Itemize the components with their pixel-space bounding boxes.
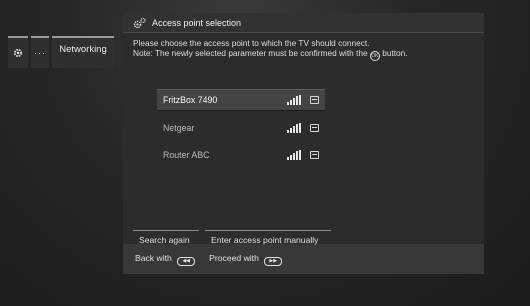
back-hint[interactable]: Back with ◀◀	[135, 252, 196, 266]
access-point-dialog: Access point selection Please choose the…	[123, 13, 484, 274]
instruction-line-2-text: Note: The newly selected parameter must …	[133, 48, 368, 58]
back-hint-label: Back with	[135, 252, 172, 263]
fast-forward-key-icon: ▶▶	[264, 256, 283, 266]
enter-access-point-manually-button[interactable]: Enter access point manually	[205, 230, 331, 245]
proceed-hint[interactable]: Proceed with ▶▶	[209, 252, 283, 266]
access-point-name: FritzBox 7490	[163, 95, 218, 105]
instruction-line-2: Note: The newly selected parameter must …	[133, 48, 484, 61]
instruction-text: Please choose the access point to which …	[123, 33, 484, 61]
breadcrumb-settings[interactable]	[8, 36, 28, 68]
access-point-item-fritzbox[interactable]: FritzBox 7490	[157, 89, 325, 111]
access-point-list: FritzBox 7490 Netgear Router ABC	[157, 89, 325, 172]
breadcrumb-networking[interactable]: Networking	[52, 36, 114, 68]
signal-strength-icon	[287, 123, 305, 133]
gear-icon	[13, 48, 23, 58]
rewind-key-icon: ◀◀	[177, 256, 196, 266]
instruction-line-1: Please choose the access point to which …	[133, 38, 370, 48]
dialog-body: Please choose the access point to which …	[123, 33, 484, 245]
tv-screen: ··· Networking Access point selection Pl…	[0, 0, 530, 306]
access-point-item-router-abc[interactable]: Router ABC	[157, 145, 325, 165]
search-again-button[interactable]: Search again	[133, 230, 199, 245]
access-point-item-netgear[interactable]: Netgear	[157, 118, 325, 138]
dialog-footer: Back with ◀◀ Proceed with ▶▶	[123, 244, 484, 274]
dialog-title: Access point selection	[152, 17, 242, 28]
breadcrumb-networking-label: Networking	[59, 44, 107, 55]
dialog-header: Access point selection	[123, 13, 484, 33]
dialog-actions: Search again Enter access point manually	[133, 230, 331, 245]
breadcrumb-ellipsis-label: ···	[34, 48, 46, 58]
secured-lock-icon	[310, 96, 319, 104]
signal-strength-icon	[287, 150, 305, 160]
breadcrumb-ellipsis[interactable]: ···	[31, 36, 49, 68]
settings-gears-icon	[133, 17, 147, 29]
ok-button-icon: OK	[369, 51, 380, 61]
secured-lock-icon	[310, 124, 319, 132]
access-point-name: Netgear	[163, 123, 195, 133]
proceed-hint-label: Proceed with	[209, 252, 259, 263]
access-point-name: Router ABC	[163, 150, 210, 160]
breadcrumb: ··· Networking	[8, 36, 114, 68]
signal-strength-icon	[287, 95, 305, 105]
secured-lock-icon	[310, 151, 319, 159]
instruction-line-2-end: button.	[382, 48, 408, 58]
